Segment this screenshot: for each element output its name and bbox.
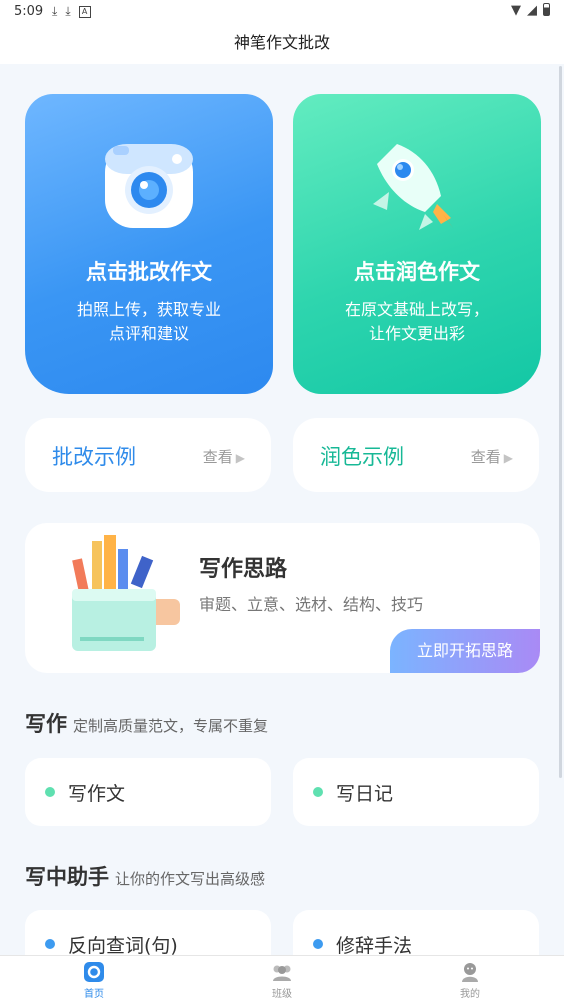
chip-label: 修辞手法: [336, 935, 413, 957]
tab-label: 首页: [84, 989, 104, 1000]
section-title: 写中助手: [25, 865, 109, 889]
assistant-section-header: 写中助手 让你的作文写出高级感: [25, 861, 265, 891]
battery-icon: [543, 3, 550, 16]
card-title: 点击润色作文: [354, 260, 480, 284]
status-time: 5:09: [14, 4, 44, 19]
status-bar: 5:09 ⤓ ⤓ A ▼ ◢: [0, 0, 564, 24]
tab-profile[interactable]: 我的: [440, 961, 500, 1000]
bullet-dot-icon: [45, 939, 55, 949]
wifi-icon: ▼: [511, 3, 521, 18]
writing-ideas-subtitle: 审题、立意、选材、结构、技巧: [199, 595, 424, 614]
chip-label: 写作文: [68, 783, 126, 805]
bottom-tab-bar: 首页 班级 我的: [0, 955, 564, 1005]
polish-example-button[interactable]: 润色示例 查看 ▶: [293, 418, 539, 492]
view-link[interactable]: 查看: [203, 448, 233, 466]
correct-example-label: 批改示例: [52, 445, 136, 469]
expand-ideas-button[interactable]: 立即开拓思路: [390, 629, 540, 673]
write-essay-button[interactable]: 写作文: [25, 758, 271, 826]
bullet-dot-icon: [313, 939, 323, 949]
writing-ideas-card[interactable]: 写作思路 审题、立意、选材、结构、技巧 立即开拓思路: [25, 523, 540, 673]
pencil-box-icon: [72, 535, 180, 651]
camera-icon: [105, 144, 193, 228]
card-subtitle-line1: 在原文基础上改写，: [344, 300, 489, 319]
scrollbar[interactable]: [559, 66, 562, 778]
tab-home[interactable]: 首页: [64, 961, 124, 1000]
card-subtitle-line2: 让作文更出彩: [368, 324, 465, 343]
correct-example-button[interactable]: 批改示例 查看 ▶: [25, 418, 271, 492]
polish-example-label: 润色示例: [320, 445, 404, 469]
play-arrow-icon: ▶: [503, 451, 513, 465]
tab-class[interactable]: 班级: [252, 961, 312, 1000]
a-icon: A: [78, 6, 91, 18]
view-link[interactable]: 查看: [471, 448, 501, 466]
writing-ideas-title: 写作思路: [199, 557, 288, 582]
download-icon: ⤓: [52, 4, 58, 18]
card-subtitle-line1: 拍照上传，获取专业: [76, 300, 221, 319]
title-bar: 神笔作文批改: [0, 24, 564, 64]
signal-icon: ◢: [527, 3, 537, 18]
home-icon: [84, 962, 104, 982]
section-desc: 定制高质量范文，专属不重复: [73, 717, 269, 735]
writing-section-header: 写作 定制高质量范文，专属不重复: [25, 708, 268, 738]
download-icon: ⤓: [65, 4, 71, 18]
polish-essay-card[interactable]: 点击润色作文 在原文基础上改写， 让作文更出彩: [293, 94, 541, 394]
bullet-dot-icon: [313, 787, 323, 797]
section-desc: 让你的作文写出高级感: [115, 870, 266, 888]
write-diary-button[interactable]: 写日记: [293, 758, 539, 826]
tab-label: 班级: [272, 989, 292, 1000]
profile-icon: [462, 963, 478, 982]
card-title: 点击批改作文: [86, 260, 212, 284]
chip-label: 反向查词(句): [68, 935, 178, 957]
group-icon: [273, 965, 291, 981]
chip-label: 写日记: [336, 783, 394, 805]
correct-essay-card[interactable]: 点击批改作文 拍照上传，获取专业 点评和建议: [25, 94, 273, 394]
rocket-icon: [373, 144, 453, 230]
bullet-dot-icon: [45, 787, 55, 797]
page-title: 神笔作文批改: [233, 33, 330, 52]
tab-label: 我的: [460, 989, 480, 1000]
play-arrow-icon: ▶: [235, 451, 245, 465]
card-subtitle-line2: 点评和建议: [108, 324, 189, 343]
section-title: 写作: [25, 712, 67, 736]
